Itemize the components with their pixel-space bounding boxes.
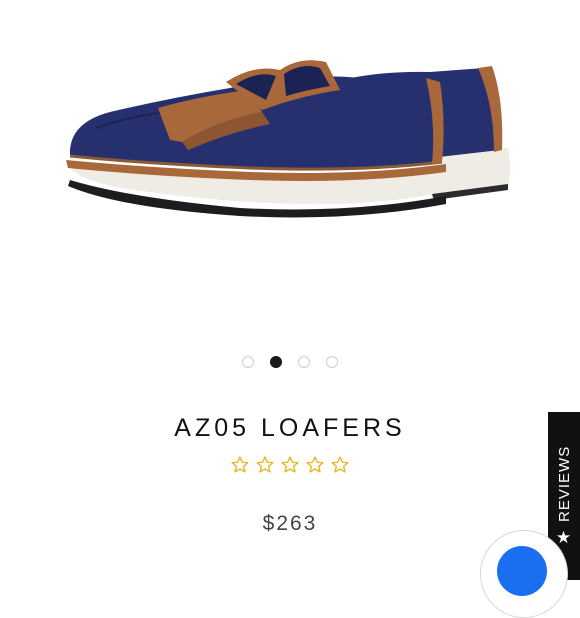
carousel-dot[interactable]	[298, 356, 310, 368]
carousel-dot[interactable]	[326, 356, 338, 368]
product-image-carousel[interactable]	[0, 0, 580, 340]
star-outline-icon	[306, 456, 324, 473]
star-outline-icon	[231, 456, 249, 473]
star-outline-icon	[331, 456, 349, 473]
star-outline-icon	[281, 456, 299, 473]
chat-bubble-icon[interactable]	[497, 546, 547, 596]
carousel-dot-active[interactable]	[270, 356, 282, 368]
product-price: $263	[262, 512, 318, 535]
carousel-pagination	[0, 356, 580, 372]
star-outline-icon	[256, 456, 274, 473]
rating-stars[interactable]	[0, 455, 580, 475]
star-icon: ★	[555, 528, 573, 548]
product-title: AZ05 LOAFERS	[174, 414, 406, 442]
carousel-dot[interactable]	[242, 356, 254, 368]
reviews-tab-label: REVIEWS	[555, 445, 573, 522]
product-image	[66, 60, 510, 218]
